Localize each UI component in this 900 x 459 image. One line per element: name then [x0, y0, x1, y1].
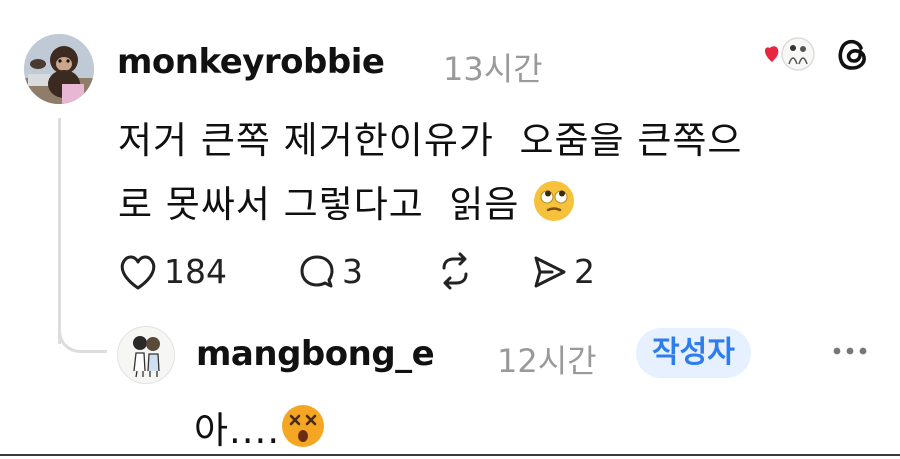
reply-button[interactable]: 3: [298, 252, 363, 291]
bottom-divider: [0, 454, 900, 456]
post-text-line-1: 저거 큰쪽 제거한이유가 오줌을 큰쪽으: [118, 119, 743, 162]
reply-username[interactable]: mangbong_e: [196, 334, 435, 374]
share-count: 2: [574, 252, 595, 291]
avatar[interactable]: [24, 34, 94, 104]
heart-outline-icon: [120, 255, 156, 289]
post-username[interactable]: monkeyrobbie: [117, 42, 385, 82]
reply-avatar[interactable]: [117, 326, 175, 384]
thread-connector-line: [58, 118, 61, 344]
comment-bubble-icon: [300, 255, 334, 287]
repost-arrows-icon: [442, 252, 468, 290]
share-button[interactable]: 2: [530, 252, 595, 291]
reply-count: 3: [342, 252, 363, 291]
threads-logo-icon[interactable]: [832, 34, 872, 74]
post-timestamp: 13시간: [443, 50, 543, 88]
heart-icon: [765, 46, 779, 62]
face-with-rolling-eyes-icon: [532, 179, 576, 232]
reply-text: 아....: [194, 400, 326, 458]
post-text-line-2-text: 로 못싸서 그렇다고 읽음: [118, 183, 520, 226]
like-button[interactable]: 184: [118, 252, 227, 291]
more-options-button[interactable]: [832, 326, 868, 366]
like-count: 184: [164, 252, 227, 291]
dizzy-face-icon: [280, 403, 326, 458]
reply-timestamp: 12시간: [497, 342, 597, 380]
author-badge: 작성자: [636, 328, 751, 378]
liked-by-author-indicator: [758, 36, 818, 76]
reply-text-content: 아....: [194, 409, 281, 452]
couple-drawing-icon: [118, 327, 174, 383]
thread-connector-curve: [58, 316, 107, 353]
send-arrow-icon: [534, 256, 566, 287]
monkey-photo-icon: [24, 34, 94, 104]
repost-button[interactable]: [436, 252, 474, 290]
ellipsis-icon: [833, 347, 867, 355]
post-text-line-2: 로 못싸서 그렇다고 읽음: [118, 174, 576, 232]
